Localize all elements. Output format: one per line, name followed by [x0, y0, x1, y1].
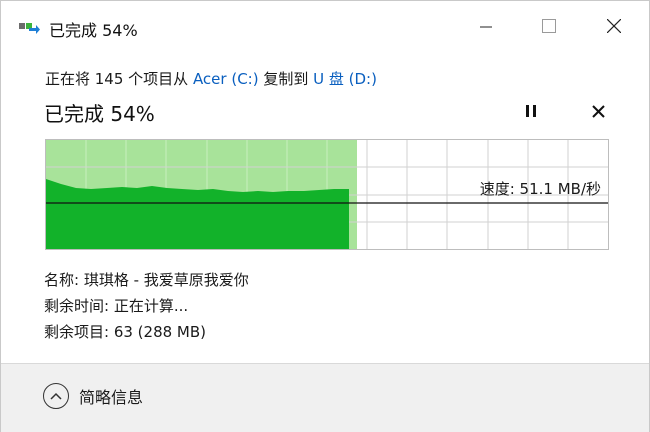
copy-middle: 复制到 — [258, 70, 314, 88]
copy-description: 正在将 145 个项目从 Acer (C:) 复制到 U 盘 (D:) — [45, 68, 377, 89]
items-remaining: 剩余项目: 63 (288 MB) — [44, 323, 207, 341]
window-title: 已完成 54% — [49, 21, 138, 40]
source-link[interactable]: Acer (C:) — [193, 70, 259, 88]
destination-link[interactable]: U 盘 (D:) — [313, 70, 377, 88]
copy-prefix: 正在将 145 个项目从 — [45, 70, 193, 88]
less-details-button[interactable]: 简略信息 — [43, 383, 143, 409]
title-bar[interactable]: 已完成 54% — [1, 1, 649, 53]
progress-title: 已完成 54% — [44, 102, 155, 126]
less-details-label: 简略信息 — [79, 388, 144, 407]
minimize-button[interactable] — [463, 1, 509, 53]
item-name: 名称: 琪琪格 - 我爱草原我爱你 — [44, 271, 249, 289]
close-button[interactable] — [591, 1, 637, 53]
cancel-icon — [591, 103, 605, 122]
maximize-button[interactable] — [526, 1, 572, 53]
speed-label: 速度: 51.1 MB/秒 — [479, 180, 601, 198]
chevron-up-icon — [43, 383, 69, 409]
copy-progress-window: 已完成 54% 正在将 145 个项目从 Acer (C:) 复制到 U 盘 (… — [0, 0, 650, 432]
minimize-icon — [480, 18, 492, 37]
time-remaining: 剩余时间: 正在计算... — [44, 297, 189, 315]
copy-app-icon — [19, 19, 41, 35]
cancel-button[interactable] — [585, 99, 611, 125]
pause-icon — [525, 103, 537, 122]
pause-button[interactable] — [518, 99, 544, 125]
close-icon — [606, 18, 622, 37]
maximize-icon — [542, 18, 556, 37]
